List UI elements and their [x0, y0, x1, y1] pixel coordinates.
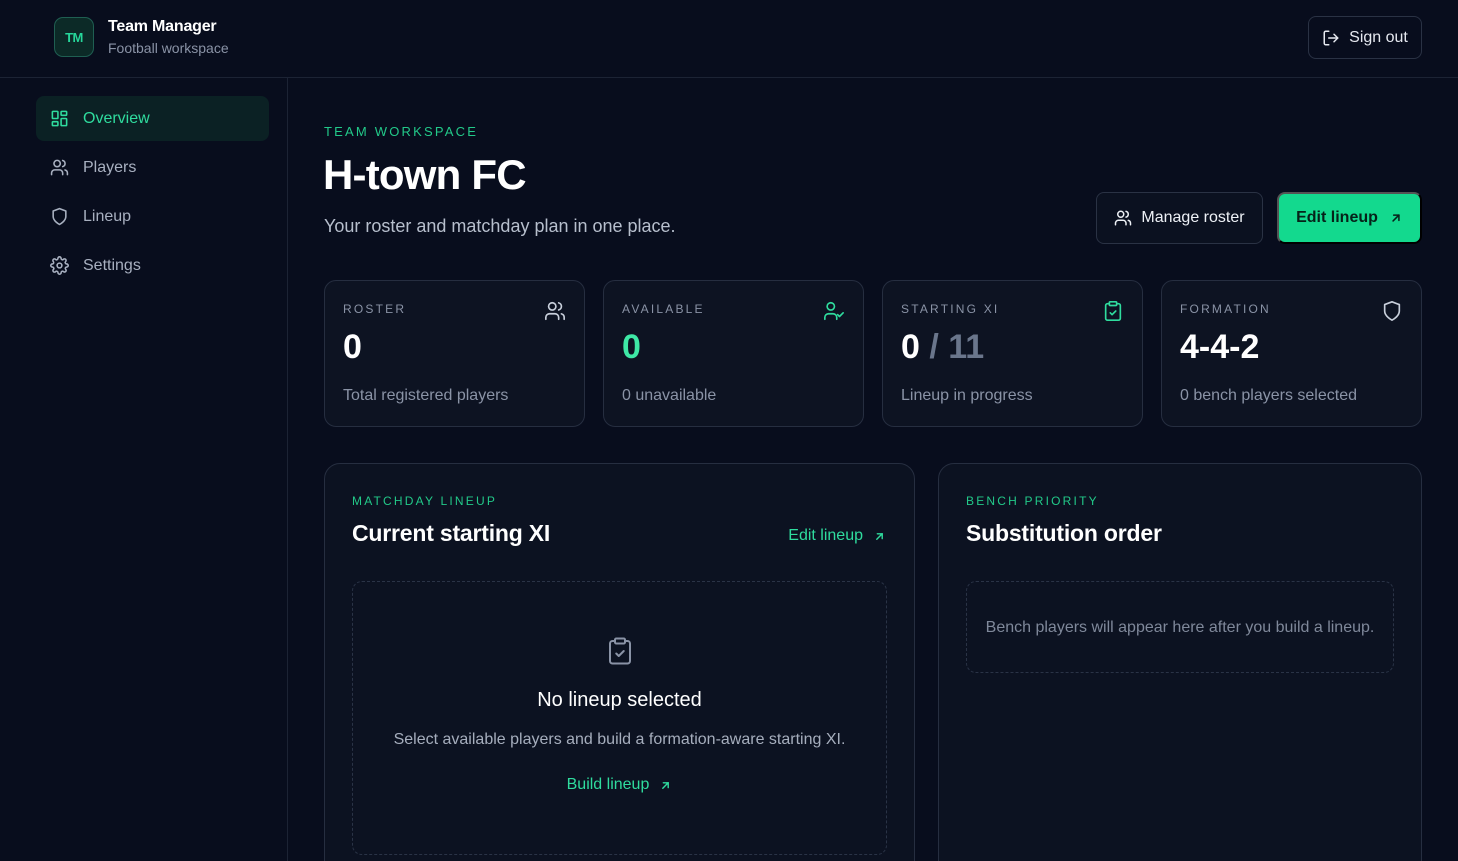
lineup-empty-state: No lineup selected Select available play…: [352, 581, 887, 855]
edit-lineup-link-label: Edit lineup: [788, 527, 863, 544]
stat-label: FORMATION: [1180, 302, 1271, 316]
shield-icon: [1381, 300, 1403, 322]
manage-roster-label: Manage roster: [1141, 209, 1245, 226]
stat-label: STARTING XI: [901, 302, 1000, 316]
stat-card-roster: ROSTER 0 Total registered players: [324, 280, 585, 427]
sidebar-item-players[interactable]: Players: [36, 145, 269, 190]
sidebar-item-overview[interactable]: Overview: [36, 96, 269, 141]
manage-roster-button[interactable]: Manage roster: [1096, 192, 1263, 244]
build-lineup-label: Build lineup: [566, 776, 650, 793]
stat-card-starting-xi: STARTING XI 0 / 11 Lineup in progress: [882, 280, 1143, 427]
stat-value: 0 / 11: [901, 328, 984, 367]
grid-icon: [50, 109, 69, 128]
users-icon: [544, 300, 566, 322]
gear-icon: [50, 256, 69, 275]
users-icon: [1114, 209, 1132, 227]
edit-lineup-label: Edit lineup: [1296, 209, 1378, 226]
bench-panel: BENCH PRIORITY Substitution order Bench …: [938, 463, 1422, 861]
sign-out-icon: [1322, 29, 1340, 47]
stat-value: 0: [343, 328, 362, 366]
shield-icon: [50, 207, 69, 226]
edit-lineup-button[interactable]: Edit lineup: [1277, 192, 1422, 244]
bench-empty-text: Bench players will appear here after you…: [985, 619, 1375, 636]
starting-xi-count: 0: [901, 328, 920, 366]
stat-value: 0: [622, 328, 641, 366]
sidebar-item-label: Players: [83, 158, 137, 176]
bench-empty-state: Bench players will appear here after you…: [966, 581, 1394, 673]
empty-state-description: Select available players and build a for…: [393, 731, 846, 748]
workspace-eyebrow: TEAM WORKSPACE: [324, 124, 479, 139]
stat-footer: Lineup in progress: [901, 387, 1033, 404]
stat-value: 4-4-2: [1180, 328, 1260, 366]
empty-state-title: No lineup selected: [537, 689, 702, 711]
app-title: Team Manager: [108, 18, 217, 35]
sidebar: Overview Players Lineup Settings: [0, 78, 288, 861]
starting-xi-total: / 11: [929, 328, 985, 366]
stat-footer: 0 bench players selected: [1180, 387, 1357, 404]
sidebar-item-label: Lineup: [83, 207, 132, 225]
sign-out-button[interactable]: Sign out: [1308, 16, 1422, 59]
panel-eyebrow: BENCH PRIORITY: [966, 494, 1099, 508]
stat-card-formation: FORMATION 4-4-2 0 bench players selected: [1161, 280, 1422, 427]
arrow-up-right-icon: [873, 530, 886, 543]
stat-card-available: AVAILABLE 0 0 unavailable: [603, 280, 864, 427]
build-lineup-link[interactable]: Build lineup: [353, 776, 886, 794]
sidebar-item-settings[interactable]: Settings: [36, 243, 269, 288]
panel-title: Substitution order: [966, 520, 1162, 546]
sidebar-item-label: Settings: [83, 256, 141, 274]
clipboard-check-icon: [605, 636, 635, 666]
sidebar-item-label: Overview: [83, 109, 150, 127]
lineup-panel: MATCHDAY LINEUP Current starting XI Edit…: [324, 463, 915, 861]
sign-out-label: Sign out: [1349, 28, 1408, 46]
arrow-up-right-icon: [1389, 211, 1403, 225]
page-subtitle: Your roster and matchday plan in one pla…: [324, 216, 676, 236]
panel-title: Current starting XI: [352, 520, 551, 546]
stat-label: ROSTER: [343, 302, 407, 316]
stat-footer: Total registered players: [343, 387, 509, 404]
arrow-up-right-icon: [659, 779, 672, 792]
clipboard-check-icon: [1102, 300, 1124, 322]
stat-footer: 0 unavailable: [622, 387, 717, 404]
page-title: H-town FC: [323, 151, 527, 198]
edit-lineup-link[interactable]: Edit lineup: [788, 527, 886, 545]
app-subtitle: Football workspace: [108, 40, 229, 56]
user-check-icon: [823, 300, 845, 322]
top-bar: TM Team Manager Football workspace Sign …: [0, 0, 1458, 78]
users-icon: [50, 158, 69, 177]
app-logo: TM: [54, 17, 94, 57]
panel-eyebrow: MATCHDAY LINEUP: [352, 494, 498, 508]
sidebar-item-lineup[interactable]: Lineup: [36, 194, 269, 239]
stat-label: AVAILABLE: [622, 302, 705, 316]
